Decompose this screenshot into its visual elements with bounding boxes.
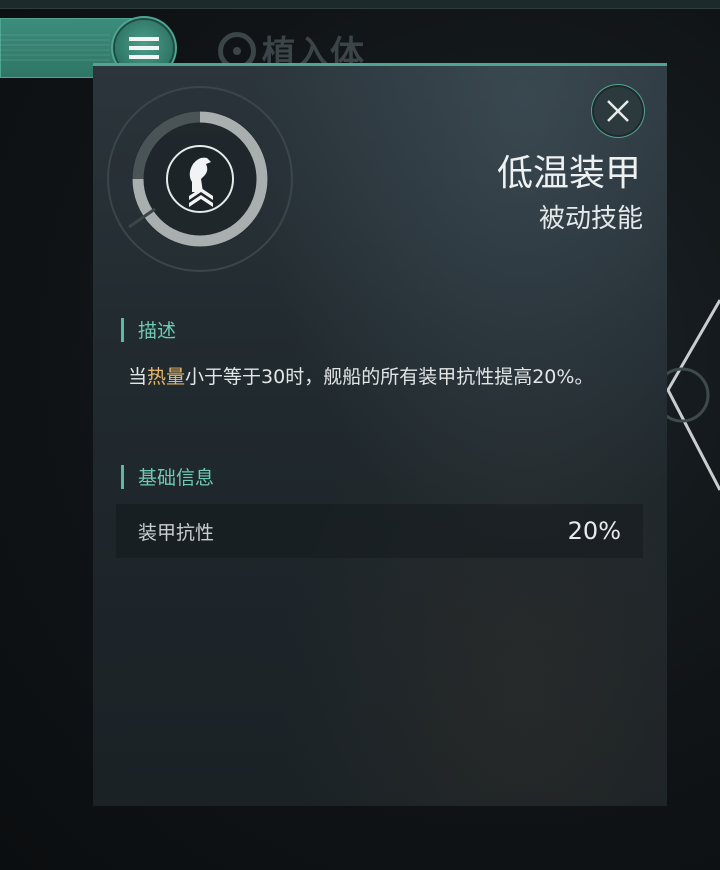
- screen: 植入体 低温装甲 被动技能 描述 当热量小于等于30时，舰船的所有装甲抗性提高2…: [0, 0, 720, 870]
- close-button[interactable]: [594, 87, 642, 135]
- info-value: 20%: [567, 517, 621, 545]
- info-label: 装甲抗性: [138, 521, 215, 544]
- description-text-after: 小于等于30时，舰船的所有装甲抗性提高20%。: [185, 366, 594, 388]
- hamburger-icon: [129, 37, 159, 59]
- skill-icon-ring: [107, 86, 293, 272]
- description-text: 当热量小于等于30时，舰船的所有装甲抗性提高20%。: [128, 362, 628, 392]
- description-title: 描述: [138, 320, 177, 342]
- skill-name: 低温装甲: [496, 153, 641, 194]
- side-decoration: [660, 299, 720, 491]
- info-row-armor-resistance: 装甲抗性 20%: [116, 504, 643, 558]
- section-marker: [121, 317, 124, 342]
- skill-detail-panel: 低温装甲 被动技能 描述 当热量小于等于30时，舰船的所有装甲抗性提高20%。 …: [93, 63, 667, 806]
- top-strip: [0, 0, 720, 9]
- basic-info-header: 基础信息: [121, 463, 214, 490]
- description-text-before: 当: [128, 366, 148, 388]
- basic-info-title: 基础信息: [138, 467, 215, 489]
- description-highlight: 热量: [147, 366, 186, 388]
- skill-type: 被动技能: [538, 204, 643, 234]
- close-icon: [607, 100, 629, 122]
- description-header: 描述: [121, 316, 176, 343]
- section-marker: [121, 464, 124, 489]
